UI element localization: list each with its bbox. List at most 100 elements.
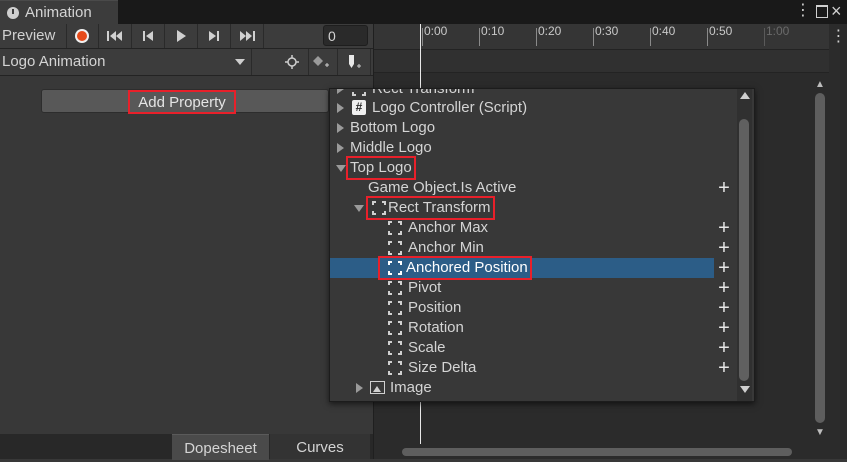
- scroll-up-icon[interactable]: [740, 92, 750, 99]
- time-ruler[interactable]: 0:00 0:10 0:20 0:30 0:40 0:50 1:00: [374, 24, 829, 50]
- play-icon: [177, 30, 186, 42]
- tree-item[interactable]: Anchor Min +: [330, 238, 730, 258]
- scroll-down-icon[interactable]: [740, 386, 750, 393]
- scroll-up-icon[interactable]: ▲: [815, 79, 825, 90]
- tree-item[interactable]: Rotation +: [330, 318, 730, 338]
- add-property-label: Add Property: [128, 90, 236, 114]
- window-menu-icon[interactable]: ⋮: [795, 2, 811, 20]
- next-keyframe-button[interactable]: [198, 24, 231, 48]
- tree-item-label: Anchored Position: [378, 256, 532, 280]
- rect-transform-icon: [388, 261, 402, 275]
- step-back-icon: [143, 31, 153, 41]
- event-row[interactable]: [374, 50, 829, 73]
- rect-transform-icon: [388, 221, 402, 235]
- maximize-icon[interactable]: [816, 5, 828, 18]
- clip-row: Logo Animation: [0, 49, 373, 76]
- expand-arrow-icon[interactable]: [337, 143, 344, 153]
- time-tick: 0:00: [421, 24, 448, 46]
- rect-transform-icon: [388, 341, 402, 355]
- time-tick: 0:20: [535, 24, 562, 46]
- record-button[interactable]: [66, 24, 99, 48]
- clip-dropdown[interactable]: Logo Animation: [0, 49, 252, 75]
- tree-item-label: Bottom Logo: [350, 119, 436, 136]
- tree-item-label: Pivot: [408, 279, 442, 296]
- tree-item[interactable]: Rect Transform: [330, 196, 712, 220]
- add-key-button[interactable]: [305, 49, 338, 75]
- tree-item[interactable]: Image: [330, 378, 712, 398]
- tree-item-label: Position: [408, 299, 462, 316]
- last-keyframe-button[interactable]: [231, 24, 264, 48]
- tree-item-label: Anchor Min: [408, 239, 484, 256]
- add-icon[interactable]: +: [714, 218, 734, 238]
- tree-item-label: Size Delta: [408, 359, 477, 376]
- tree-item-label: Scale: [408, 339, 446, 356]
- time-tick: 0:10: [478, 24, 505, 46]
- tab-curves[interactable]: Curves: [270, 434, 370, 459]
- event-marker-icon: [349, 55, 361, 68]
- skip-end-icon: [240, 31, 255, 41]
- add-property-popup: Rect Transform # Logo Controller (Script…: [329, 88, 755, 402]
- tree-item[interactable]: # Logo Controller (Script): [330, 98, 712, 118]
- tree-item[interactable]: Anchor Max +: [330, 218, 730, 238]
- add-icon[interactable]: +: [714, 178, 734, 198]
- record-icon: [75, 29, 89, 43]
- rect-transform-icon: [352, 92, 366, 96]
- image-icon: [370, 381, 385, 394]
- play-button[interactable]: [165, 24, 198, 48]
- scrollbar-thumb[interactable]: [815, 93, 825, 423]
- frame-field[interactable]: 0: [323, 25, 368, 46]
- close-icon[interactable]: ×: [831, 0, 845, 22]
- clock-icon: [7, 7, 19, 19]
- timeline-menu-icon[interactable]: ⋮: [830, 24, 847, 49]
- add-icon[interactable]: +: [714, 278, 734, 298]
- rect-transform-icon: [388, 281, 402, 295]
- scroll-down-icon[interactable]: ▼: [815, 427, 825, 438]
- script-icon: #: [352, 100, 366, 115]
- tab-title: Animation: [25, 4, 92, 21]
- tree-item[interactable]: Game Object.Is Active +: [330, 178, 730, 198]
- tree-item[interactable]: Middle Logo: [330, 138, 712, 158]
- add-event-button[interactable]: [338, 49, 371, 75]
- preview-button[interactable]: Preview: [0, 24, 67, 48]
- time-tick: 1:00: [763, 24, 790, 46]
- first-keyframe-button[interactable]: [99, 24, 132, 48]
- tree-item[interactable]: Top Logo: [330, 156, 712, 180]
- tree-item-label: Game Object.Is Active: [368, 179, 517, 196]
- tree-item[interactable]: Bottom Logo: [330, 118, 712, 138]
- expand-arrow-icon[interactable]: [337, 123, 344, 133]
- previous-keyframe-button[interactable]: [132, 24, 165, 48]
- popup-scrollbar[interactable]: [737, 89, 752, 401]
- add-icon[interactable]: +: [714, 258, 734, 278]
- add-icon[interactable]: +: [714, 238, 734, 258]
- tab-animation[interactable]: Animation: [0, 0, 118, 25]
- playback-controls: Preview 0: [0, 24, 373, 49]
- collapse-arrow-icon[interactable]: [336, 165, 346, 172]
- scrollbar-thumb[interactable]: [739, 119, 749, 381]
- step-forward-icon: [209, 31, 219, 41]
- add-icon[interactable]: +: [714, 318, 734, 338]
- tree-item[interactable]: Position +: [330, 298, 730, 318]
- collapse-arrow-icon[interactable]: [354, 205, 364, 212]
- rect-transform-icon: [388, 361, 402, 375]
- expand-arrow-icon[interactable]: [337, 89, 344, 94]
- tree-item-label: Middle Logo: [350, 139, 432, 156]
- expand-arrow-icon[interactable]: [337, 103, 344, 113]
- add-icon[interactable]: +: [714, 338, 734, 358]
- tree-item[interactable]: Scale +: [330, 338, 730, 358]
- time-tick: 0:30: [592, 24, 619, 46]
- diamond-plus-icon: [313, 56, 329, 67]
- timeline-vertical-scrollbar[interactable]: ▲ ▼: [814, 79, 827, 439]
- tree-item[interactable]: Size Delta +: [330, 358, 730, 378]
- tree-item-label: Rotation: [408, 319, 464, 336]
- skip-start-icon: [107, 31, 122, 41]
- scrollbar-thumb[interactable]: [402, 448, 792, 456]
- tab-dopesheet[interactable]: Dopesheet: [172, 434, 269, 460]
- tree-item-selected[interactable]: Anchored Position: [330, 256, 714, 280]
- timeline-horizontal-scrollbar[interactable]: [394, 446, 810, 458]
- expand-arrow-icon[interactable]: [356, 383, 363, 393]
- add-property-button[interactable]: Add Property: [41, 89, 329, 114]
- add-icon[interactable]: +: [714, 298, 734, 318]
- tree-item[interactable]: Pivot +: [330, 278, 730, 298]
- add-icon[interactable]: +: [714, 358, 734, 378]
- rect-transform-icon: [372, 201, 386, 215]
